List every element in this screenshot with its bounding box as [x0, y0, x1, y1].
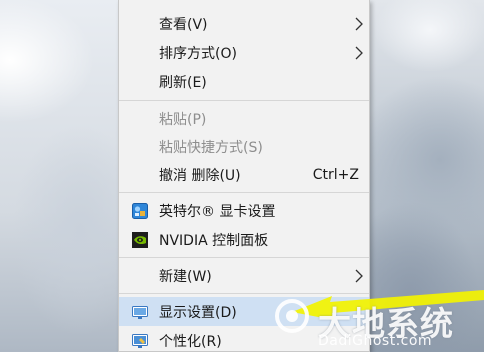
personalize-icon: [132, 334, 148, 348]
menu-item-personalize[interactable]: 个性化(R): [119, 326, 369, 352]
chevron-right-icon: [355, 46, 363, 60]
nvidia-icon: [132, 232, 148, 248]
menu-item-paste: 粘贴(P): [119, 104, 369, 133]
menu-item-label: 新建(W): [159, 268, 212, 285]
menu-item-intel-graphics[interactable]: 英特尔® 显卡设置: [119, 196, 369, 225]
menu-separator: [119, 100, 369, 101]
menu-item-display-settings[interactable]: 显示设置(D): [119, 297, 369, 326]
menu-item-label: 个性化(R): [159, 333, 222, 350]
menu-item-label: 英特尔® 显卡设置: [159, 203, 276, 220]
wallpaper-right: [370, 0, 484, 352]
menu-item-refresh[interactable]: 刷新(E): [119, 67, 369, 96]
menu-item-nvidia-control-panel[interactable]: NVIDIA 控制面板: [119, 225, 369, 254]
display-settings-icon: [132, 306, 148, 319]
menu-item-label: 显示设置(D): [159, 304, 237, 321]
menu-item-label: 粘贴快捷方式(S): [159, 139, 263, 156]
chevron-right-icon: [355, 17, 363, 31]
menu-separator: [119, 192, 369, 193]
menu-item-label: 粘贴(P): [159, 111, 207, 128]
menu-item-paste-shortcut: 粘贴快捷方式(S): [119, 132, 369, 161]
menu-item-label: 查看(V): [159, 16, 208, 33]
menu-item-new[interactable]: 新建(W): [119, 261, 369, 290]
menu-item-view[interactable]: 查看(V): [119, 9, 369, 38]
menu-item-sort-by[interactable]: 排序方式(O): [119, 38, 369, 67]
menu-item-undo-delete[interactable]: 撤消 删除(U) Ctrl+Z: [119, 160, 369, 189]
menu-item-label: 撤消 删除(U): [159, 167, 241, 184]
menu-item-label: 刷新(E): [159, 74, 207, 91]
menu-separator: [119, 257, 369, 258]
menu-item-label: 排序方式(O): [159, 45, 237, 62]
menu-separator: [119, 293, 369, 294]
desktop-context-menu: 查看(V) 排序方式(O) 刷新(E) 粘贴(P) 粘贴快捷方式(S) 撤消 删…: [118, 0, 370, 352]
wallpaper-left: [0, 0, 118, 352]
menu-item-shortcut: Ctrl+Z: [312, 166, 359, 183]
menu-item-label: NVIDIA 控制面板: [159, 232, 269, 249]
chevron-right-icon: [355, 269, 363, 283]
intel-graphics-icon: [132, 203, 148, 219]
